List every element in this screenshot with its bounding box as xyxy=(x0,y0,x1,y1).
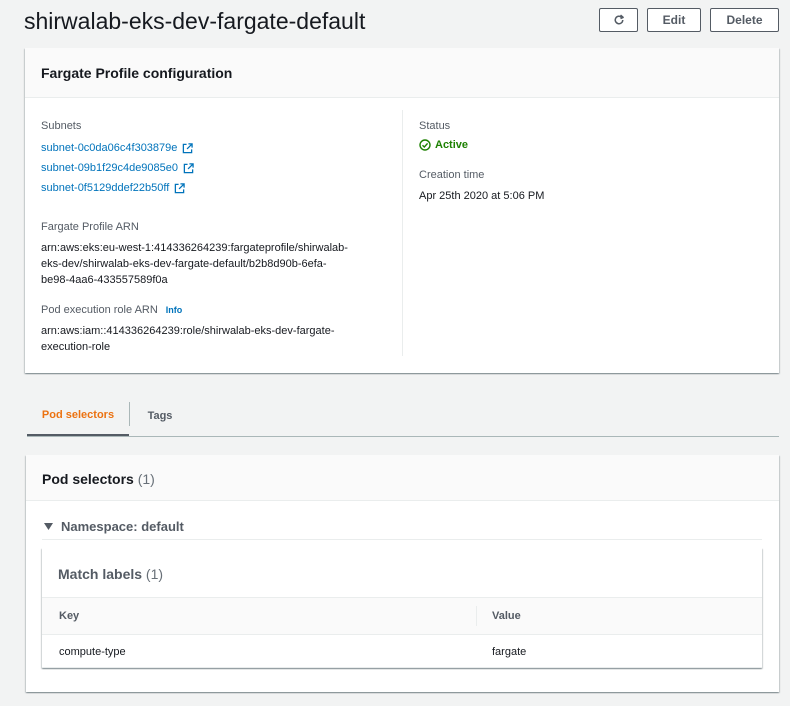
match-labels-count: (1) xyxy=(145,566,164,582)
refresh-button[interactable] xyxy=(599,8,638,32)
namespace-expander[interactable]: Namespace: default xyxy=(44,519,184,534)
config-right-column: Status Active Creation time Apr 25th 202… xyxy=(419,119,759,204)
role-arn-label-row: Pod execution role ARN Info xyxy=(41,303,386,317)
match-labels-card: Match labels (1) Key Value compute-type … xyxy=(42,548,762,668)
table-row: compute-type fargate xyxy=(42,635,762,668)
info-link[interactable]: Info xyxy=(166,303,183,317)
status-label: Status xyxy=(419,120,451,132)
fargate-arn-value: arn:aws:eks:eu-west-1:414336264239:farga… xyxy=(41,240,386,288)
arn-line: arn:aws:eks:eu-west-1:414336264239:farga… xyxy=(41,242,348,254)
external-link-icon xyxy=(183,142,194,153)
pod-selectors-title: Pod selectors xyxy=(42,471,134,487)
caret-down-icon xyxy=(44,523,53,530)
external-link-icon xyxy=(183,162,194,173)
table-header: Key Value xyxy=(42,598,762,635)
fargate-arn-label: Fargate Profile ARN xyxy=(41,221,139,233)
tab-tags[interactable]: Tags xyxy=(130,396,190,436)
role-arn-label: Pod execution role ARN xyxy=(41,304,158,316)
edit-button[interactable]: Edit xyxy=(647,8,701,32)
arn-line: eks-dev/shirwalab-eks-dev-fargate-defaul… xyxy=(41,258,327,270)
refresh-icon xyxy=(614,14,624,25)
tab-pod-selectors[interactable]: Pod selectors xyxy=(27,396,129,436)
subnets-label: Subnets xyxy=(41,120,82,132)
cell-value: fargate xyxy=(492,646,527,658)
column-header-key: Key xyxy=(59,610,80,622)
creation-time-label: Creation time xyxy=(419,169,485,181)
tab-bar: Pod selectors Tags xyxy=(27,396,779,437)
config-card: Fargate Profile configuration Subnets su… xyxy=(25,48,779,373)
match-labels-title: Match labels xyxy=(58,566,143,582)
status-badge: Active xyxy=(419,139,759,151)
role-arn-value: arn:aws:iam::414336264239:role/shirwalab… xyxy=(41,323,386,355)
creation-time-value: Apr 25th 2020 at 5:06 PM xyxy=(419,190,545,202)
subnet-link-text: subnet-0f5129ddef22b50ff xyxy=(41,182,170,194)
match-labels-header: Match labels (1) xyxy=(42,548,762,598)
external-link-icon xyxy=(174,182,185,193)
subnet-link[interactable]: subnet-0f5129ddef22b50ff xyxy=(41,178,386,198)
column-divider xyxy=(402,110,403,356)
column-separator xyxy=(476,606,477,626)
pod-selectors-card: Pod selectors (1) Namespace: default Mat… xyxy=(26,455,779,692)
pod-selectors-header: Pod selectors (1) xyxy=(26,455,779,501)
pod-selectors-count: (1) xyxy=(137,471,155,487)
check-circle-icon xyxy=(419,139,431,151)
arn-line: be98-4aa6-433557589f0a xyxy=(41,274,168,286)
subnet-link[interactable]: subnet-0c0da06c4f303879e xyxy=(41,138,386,158)
cell-key: compute-type xyxy=(59,646,126,658)
namespace-label: Namespace: default xyxy=(61,519,184,534)
role-arn-line: arn:aws:iam::414336264239:role/shirwalab… xyxy=(41,325,335,337)
subnet-link-text: subnet-0c0da06c4f303879e xyxy=(41,142,178,154)
role-arn-line: execution-role xyxy=(41,341,111,353)
subnet-list: subnet-0c0da06c4f303879e subnet-09b1f29c… xyxy=(41,138,386,198)
namespace-divider xyxy=(42,539,762,540)
config-left-column: Subnets subnet-0c0da06c4f303879e subnet-… xyxy=(41,119,386,355)
config-card-header: Fargate Profile configuration xyxy=(25,48,779,98)
subnet-link-text: subnet-09b1f29c4de9085e0 xyxy=(41,162,179,174)
page-title: shirwalab-eks-dev-fargate-default xyxy=(24,8,366,34)
status-value: Active xyxy=(435,139,469,151)
subnet-link[interactable]: subnet-09b1f29c4de9085e0 xyxy=(41,158,386,178)
delete-button[interactable]: Delete xyxy=(710,8,779,32)
column-header-value: Value xyxy=(492,610,521,622)
